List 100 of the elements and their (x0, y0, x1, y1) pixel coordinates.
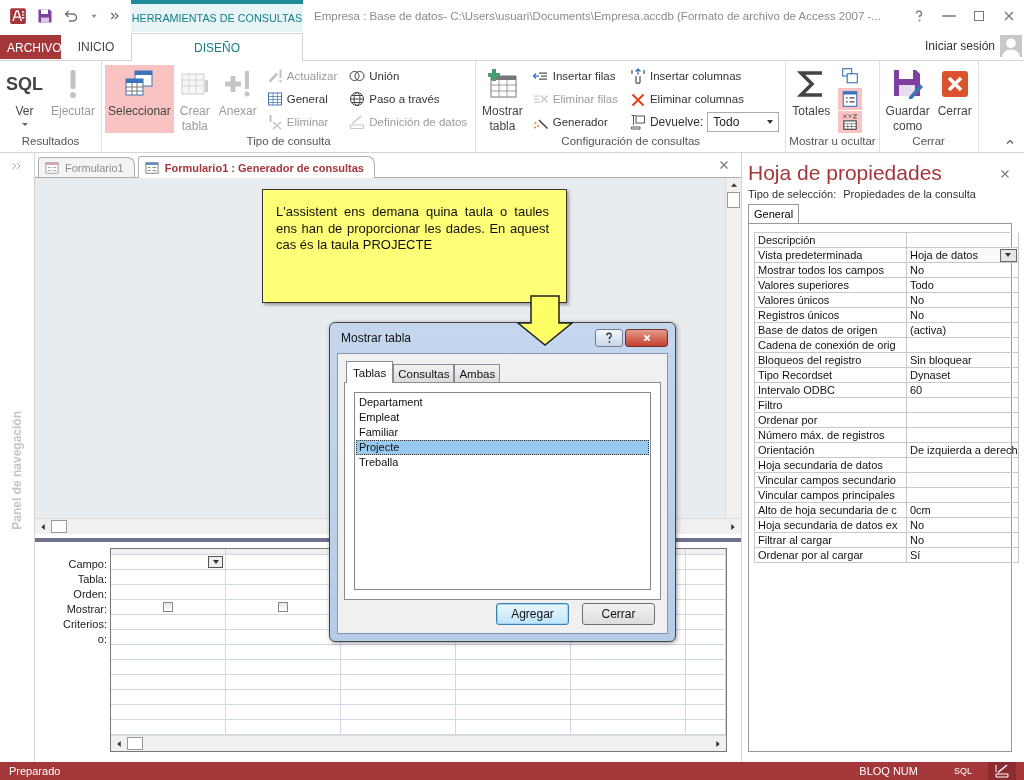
grid-cell[interactable] (111, 630, 226, 645)
grid-cell[interactable] (686, 645, 726, 660)
property-value[interactable]: No (907, 263, 1019, 278)
grid-cell[interactable] (226, 705, 341, 720)
ribbon-button[interactable]: Totales (789, 65, 834, 133)
grid-cell[interactable] (686, 675, 726, 690)
property-value[interactable]: No (907, 518, 1019, 533)
grid-cell[interactable] (456, 705, 571, 720)
grid-cell[interactable] (341, 645, 456, 660)
ribbon-button[interactable]: Eliminar columnas (627, 88, 780, 110)
ribbon-button[interactable]: Insertar columnas (627, 65, 780, 87)
grid-cell[interactable] (686, 615, 726, 630)
ribbon-icon-button[interactable] (838, 111, 863, 133)
property-value[interactable]: 60 (907, 383, 1019, 398)
property-value[interactable] (907, 473, 1019, 488)
grid-cell[interactable] (111, 585, 226, 600)
property-value[interactable]: Sin bloquear (907, 353, 1019, 368)
list-item[interactable]: Familiar (356, 425, 649, 440)
close-button[interactable] (625, 329, 668, 347)
grid-cell[interactable] (571, 645, 686, 660)
property-value[interactable] (907, 398, 1019, 413)
grid-cell[interactable] (341, 690, 456, 705)
grid-cell[interactable] (226, 690, 341, 705)
property-value[interactable]: 0cm (907, 503, 1019, 518)
grid-cell[interactable] (686, 705, 726, 720)
grid-cell[interactable] (571, 690, 686, 705)
ribbon-tab[interactable]: ARCHIVO (0, 35, 61, 59)
ribbon-button[interactable]: SQL Ver (3, 65, 46, 133)
horizontal-scrollbar[interactable] (111, 735, 726, 751)
grid-cell[interactable] (226, 675, 341, 690)
ribbon-button[interactable]: Generador (530, 111, 620, 133)
grid-cell[interactable] (571, 705, 686, 720)
grid-cell[interactable] (686, 570, 726, 585)
grid-cell[interactable] (111, 690, 226, 705)
grid-cell[interactable] (686, 555, 726, 570)
dialog-button[interactable]: Cerrar (582, 603, 655, 625)
grid-cell[interactable] (686, 660, 726, 675)
property-value[interactable]: Hoja de datos (907, 248, 1019, 263)
property-value[interactable]: (activa) (907, 323, 1019, 338)
ribbon-button[interactable]: Unión (347, 65, 470, 87)
grid-cell[interactable] (111, 615, 226, 630)
property-value[interactable]: No (907, 293, 1019, 308)
grid-cell[interactable] (341, 705, 456, 720)
grid-cell[interactable] (111, 660, 226, 675)
ribbon-button[interactable]: Cerrar (934, 65, 975, 133)
grid-cell[interactable] (111, 555, 226, 570)
property-value[interactable] (907, 413, 1019, 428)
grid-cell[interactable] (111, 645, 226, 660)
grid-cell[interactable] (226, 645, 341, 660)
ribbon-tab[interactable]: INICIO (61, 33, 131, 60)
grid-cell[interactable] (341, 660, 456, 675)
grid-cell[interactable] (341, 675, 456, 690)
ribbon-button[interactable]: General (264, 88, 340, 110)
list-item[interactable]: Projecte (356, 440, 649, 455)
property-value[interactable] (907, 338, 1019, 353)
grid-cell[interactable] (686, 600, 726, 615)
property-value[interactable]: No (907, 308, 1019, 323)
dialog-button[interactable]: Agregar (496, 603, 569, 625)
help-button[interactable] (595, 329, 623, 347)
vertical-scrollbar[interactable] (725, 178, 741, 518)
grid-cell[interactable] (456, 645, 571, 660)
view-button[interactable] (988, 762, 1016, 780)
ribbon-button[interactable]: Seleccionar (105, 65, 174, 133)
ribbon-button[interactable]: Insertar filas (530, 65, 620, 87)
dropdown-button[interactable] (208, 556, 223, 568)
grid-cell[interactable] (111, 705, 226, 720)
grid-cell[interactable] (456, 690, 571, 705)
returns-dropdown[interactable]: Todo (707, 112, 780, 132)
grid-cell[interactable] (456, 675, 571, 690)
property-value[interactable]: Dynaset (907, 368, 1019, 383)
grid-cell[interactable] (111, 600, 226, 615)
dialog-tab[interactable]: Consultas (393, 364, 455, 382)
grid-cell[interactable] (686, 585, 726, 600)
scrollbar-thumb[interactable] (727, 192, 740, 208)
dialog-tab[interactable]: Ambas (454, 364, 501, 382)
property-tab[interactable]: General (748, 204, 800, 223)
grid-cell[interactable] (111, 675, 226, 690)
property-value[interactable]: De izquierda a derech (907, 443, 1019, 458)
grid-cell[interactable] (111, 570, 226, 585)
view-button[interactable]: SQL (948, 762, 978, 780)
ribbon-icon-button[interactable] (838, 88, 863, 110)
list-item[interactable]: Departament (356, 395, 649, 410)
checkbox[interactable] (163, 602, 173, 612)
ribbon-button[interactable]: Mostrar tabla (479, 65, 526, 133)
list-item[interactable]: Treballa (356, 455, 649, 470)
grid-cell[interactable] (571, 675, 686, 690)
sign-in-link[interactable]: Iniciar sesión (924, 39, 995, 53)
scrollbar-thumb[interactable] (127, 737, 143, 750)
dialog-tab[interactable]: Tablas (346, 361, 394, 383)
grid-cell[interactable] (226, 660, 341, 675)
grid-cell[interactable] (456, 660, 571, 675)
property-value[interactable] (907, 488, 1019, 503)
grid-cell[interactable] (571, 660, 686, 675)
property-value[interactable]: Sí (907, 548, 1019, 563)
property-value[interactable]: No (907, 533, 1019, 548)
property-value[interactable]: Todo (907, 278, 1019, 293)
list-item[interactable]: Empleat (356, 410, 649, 425)
property-value[interactable] (907, 458, 1019, 473)
document-tab[interactable]: Formulario1 : Generador de consultas (137, 156, 375, 178)
grid-cell[interactable] (686, 690, 726, 705)
